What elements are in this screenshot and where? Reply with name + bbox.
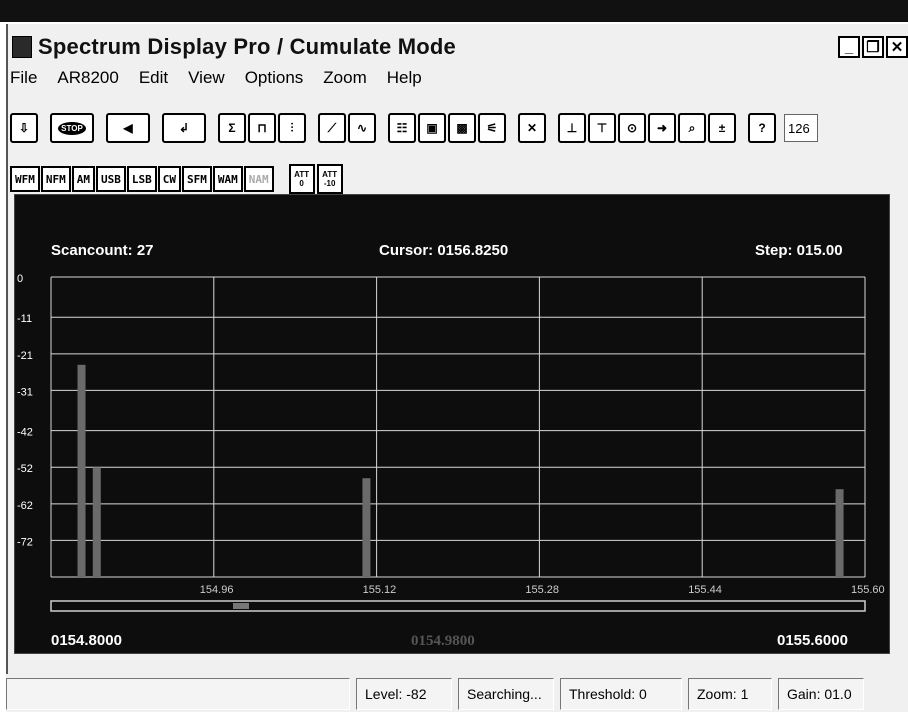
x-tick-label: 154.96	[200, 584, 234, 596]
export-icon[interactable]: ➜	[648, 113, 676, 143]
y-tick-label: -72	[17, 536, 33, 548]
settings-icon[interactable]: ⚟	[478, 113, 506, 143]
status-threshold: Threshold: 0	[560, 678, 682, 710]
cursor-label: Cursor: 0156.8250	[379, 242, 508, 259]
memory-icon[interactable]: ▣	[418, 113, 446, 143]
main-toolbar: ⇩ STOP ◀ ↲ Σ ⊓ ⫶ ⟋ ∿ ☷ ▣ ▩ ⚟ ✕ ⊥ ⊤ ⊙ ➜ ⌕…	[10, 112, 908, 144]
stop-button[interactable]: STOP	[50, 113, 94, 143]
title-bar: Spectrum Display Pro / Cumulate Mode _ ❐…	[8, 32, 908, 62]
signal-bar	[362, 478, 371, 577]
level-up-icon[interactable]: ⊤	[588, 113, 616, 143]
pattern-icon[interactable]: ▩	[448, 113, 476, 143]
window-controls: _ ❐ ✕	[838, 36, 908, 58]
x-tick-label: 155.28	[525, 584, 559, 596]
signal-bar	[835, 489, 844, 577]
app-icon[interactable]	[12, 36, 32, 58]
histogram-icon[interactable]: ⫶	[278, 113, 306, 143]
scrollbar-thumb[interactable]	[233, 603, 249, 609]
mode-wam-button[interactable]: WAM	[212, 166, 243, 192]
mode-sfm-button[interactable]: SFM	[182, 166, 212, 192]
att-0-button[interactable]: ATT 0	[288, 164, 315, 194]
att-0-bottom: 0	[299, 179, 304, 188]
scancount-label: Scancount: 27	[51, 242, 154, 259]
return-icon[interactable]: ↲	[162, 113, 206, 143]
mode-nam-button: NAM	[243, 166, 274, 192]
step-label: Step: 015.00	[755, 242, 843, 259]
center-frequency: 0154.9800	[411, 633, 475, 649]
y-tick-label: -42	[17, 427, 33, 439]
status-zoom: Zoom: 1	[688, 678, 772, 710]
att-10-bottom: -10	[323, 179, 336, 188]
x-tick-label: 155.60	[851, 584, 885, 596]
spectrum-plot[interactable]: Scancount: 27 Cursor: 0156.8250 Step: 01…	[15, 195, 891, 655]
zoom-icon[interactable]: ⌕	[678, 113, 706, 143]
sum-icon[interactable]: Σ	[218, 113, 246, 143]
help-icon[interactable]: ?	[748, 113, 776, 143]
spectrum-display[interactable]: Scancount: 27 Cursor: 0156.8250 Step: 01…	[14, 194, 890, 654]
menu-zoom[interactable]: Zoom	[317, 68, 380, 90]
level-zero-icon[interactable]: ⊙	[618, 113, 646, 143]
menu-ar8200[interactable]: AR8200	[51, 68, 132, 90]
mode-wfm-button[interactable]: WFM	[10, 166, 40, 192]
window-title: Spectrum Display Pro / Cumulate Mode	[38, 34, 456, 59]
x-axis-ticks: 154.96 155.12 155.28 155.44 155.60	[200, 584, 885, 596]
mode-cw-button[interactable]: CW	[157, 166, 181, 192]
signal-bars	[77, 364, 844, 577]
mode-nfm-button[interactable]: NFM	[40, 166, 71, 192]
mode-toolbar: WFM NFM AM USB LSB CW SFM WAM NAM ATT 0 …	[10, 164, 345, 194]
clear-icon[interactable]: ✕	[518, 113, 546, 143]
menu-help[interactable]: Help	[381, 68, 436, 90]
status-bar: Level: -82 Searching... Threshold: 0 Zoo…	[6, 674, 908, 712]
mode-am-button[interactable]: AM	[71, 166, 95, 192]
end-frequency: 0155.6000	[777, 632, 848, 649]
stop-label: STOP	[58, 121, 86, 135]
line-mode-icon[interactable]: ⟋	[318, 113, 346, 143]
y-axis-ticks: 0 -11 -21 -31 -42 -52 -62 -72	[17, 273, 33, 548]
channel-field[interactable]: 126	[784, 114, 818, 142]
y-tick-label: -52	[17, 463, 33, 475]
att-10-button[interactable]: ATT -10	[316, 164, 343, 194]
speaker-icon[interactable]: ◀	[106, 113, 150, 143]
properties-icon[interactable]: ☷	[388, 113, 416, 143]
start-frequency: 0154.8000	[51, 632, 122, 649]
status-level: Level: -82	[356, 678, 452, 710]
mode-usb-button[interactable]: USB	[96, 166, 126, 192]
level-down-icon[interactable]: ⊥	[558, 113, 586, 143]
menu-bar: File AR8200 Edit View Options Zoom Help	[8, 68, 436, 90]
wave-mode-icon[interactable]: ∿	[348, 113, 376, 143]
menu-view[interactable]: View	[182, 68, 239, 90]
signal-bar	[77, 364, 86, 577]
restore-button[interactable]: ❐	[862, 36, 884, 58]
peak-icon[interactable]: ⊓	[248, 113, 276, 143]
y-tick-label: -11	[17, 313, 32, 325]
download-icon[interactable]: ⇩	[10, 113, 38, 143]
plus-minus-icon[interactable]: ±	[708, 113, 736, 143]
status-gain: Gain: 01.0	[778, 678, 864, 710]
status-searching: Searching...	[458, 678, 554, 710]
signal-bar	[92, 467, 101, 577]
frequency-scrollbar[interactable]	[50, 600, 866, 612]
menu-edit[interactable]: Edit	[133, 68, 182, 90]
x-tick-label: 155.44	[688, 584, 722, 596]
y-tick-label: -31	[17, 386, 33, 398]
plot-grid	[50, 276, 866, 578]
close-button[interactable]: ✕	[886, 36, 908, 58]
status-blank	[6, 678, 350, 710]
y-tick-label: -62	[17, 500, 33, 512]
att-10-top: ATT	[322, 170, 338, 179]
y-tick-label: 0	[17, 273, 23, 285]
menu-file[interactable]: File	[8, 68, 51, 90]
att-0-top: ATT	[294, 170, 310, 179]
y-tick-label: -21	[17, 350, 33, 362]
minimize-button[interactable]: _	[838, 36, 860, 58]
x-tick-label: 155.12	[363, 584, 397, 596]
mode-lsb-button[interactable]: LSB	[126, 166, 157, 192]
top-black-band	[0, 0, 908, 22]
menu-options[interactable]: Options	[239, 68, 318, 90]
